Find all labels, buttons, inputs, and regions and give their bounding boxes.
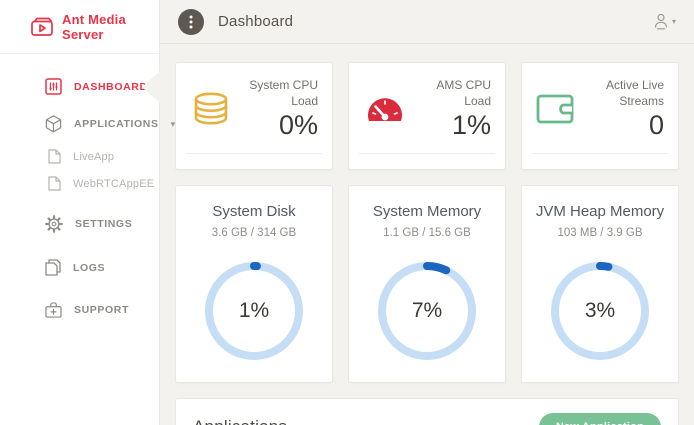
sidebar-item-applications[interactable]: APPLICATIONS ▾: [0, 105, 159, 143]
gauge-percent: 1%: [202, 259, 306, 363]
app-logo[interactable]: Ant Media Server: [0, 0, 159, 54]
sidebar-item-label: LOGS: [73, 262, 105, 274]
settings-gear-icon: [45, 215, 63, 233]
dashboard-content: System CPU Load 0%: [160, 44, 694, 425]
stat-value: 0: [576, 110, 664, 141]
divider: [359, 153, 495, 154]
database-icon: [190, 92, 232, 126]
applications-section: Applications New Application: [175, 398, 679, 425]
sidebar-item-dashboard[interactable]: DASHBOARD: [0, 68, 159, 105]
main-area: Dashboard ▾: [160, 0, 694, 425]
wallet-icon: [536, 94, 576, 124]
sidebar-item-liveapp[interactable]: LiveApp: [0, 143, 159, 170]
gauge-subtitle: 103 MB / 3.9 GB: [522, 227, 678, 239]
sidebar-item-support[interactable]: SUPPORT: [0, 292, 159, 328]
stat-card-active-live-streams: Active Live Streams 0: [521, 62, 679, 170]
file-icon: [48, 176, 61, 191]
support-case-icon: [45, 302, 62, 318]
gauge-card-system-memory: System Memory 1.1 GB / 15.6 GB 7%: [348, 185, 506, 383]
gauge-percent: 3%: [548, 259, 652, 363]
applications-icon: [45, 115, 62, 133]
divider: [532, 153, 668, 154]
new-application-button[interactable]: New Application: [539, 413, 661, 425]
user-icon: [653, 13, 669, 30]
sidebar-item-label: SUPPORT: [74, 304, 129, 316]
stat-label: Active Live Streams: [576, 77, 664, 109]
sidebar-item-webrtcappee[interactable]: WebRTCAppEE: [0, 170, 159, 197]
page-title: Dashboard: [218, 13, 293, 30]
stat-label: AMS CPU Load: [407, 77, 491, 109]
menu-kebab-button[interactable]: [178, 9, 204, 35]
stat-value: 1%: [407, 110, 491, 141]
gauge-subtitle: 3.6 GB / 314 GB: [176, 227, 332, 239]
sidebar: Ant Media Server DASHBOARD: [0, 0, 160, 425]
gauge-title: System Memory: [349, 203, 505, 220]
stat-cards-row: System CPU Load 0%: [175, 62, 679, 170]
dashboard-icon: [45, 78, 62, 95]
sidebar-item-label: SETTINGS: [75, 218, 132, 230]
ant-media-logo-icon: [30, 17, 54, 37]
sidebar-item-label: DASHBOARD: [74, 81, 148, 93]
logs-icon: [45, 259, 61, 276]
divider: [186, 153, 322, 154]
app-title: Ant Media Server: [62, 12, 159, 42]
sidebar-item-label: APPLICATIONS: [74, 118, 159, 130]
sidebar-item-label: WebRTCAppEE: [73, 178, 154, 190]
gauge-subtitle: 1.1 GB / 15.6 GB: [349, 227, 505, 239]
sidebar-item-label: LiveApp: [73, 151, 114, 163]
active-item-notch: [142, 71, 160, 103]
gauge-title: JVM Heap Memory: [522, 203, 678, 220]
chevron-down-icon[interactable]: ▾: [171, 119, 176, 130]
sidebar-item-settings[interactable]: SETTINGS: [0, 205, 159, 243]
sidebar-nav: DASHBOARD APPLICATIONS ▾ LiveApp: [0, 54, 159, 328]
donut-chart: 7%: [375, 259, 479, 363]
stat-label: System CPU Load: [232, 77, 318, 109]
file-icon: [48, 149, 61, 164]
top-bar: Dashboard ▾: [160, 0, 694, 44]
stat-value: 0%: [232, 110, 318, 141]
stat-card-ams-cpu-load: AMS CPU Load 1%: [348, 62, 506, 170]
gauge-percent: 7%: [375, 259, 479, 363]
gauge-icon: [363, 93, 407, 125]
stat-card-system-cpu-load: System CPU Load 0%: [175, 62, 333, 170]
gauge-cards-row: System Disk 3.6 GB / 314 GB 1% System Me…: [175, 185, 679, 383]
gauge-card-jvm-heap-memory: JVM Heap Memory 103 MB / 3.9 GB 3%: [521, 185, 679, 383]
donut-chart: 3%: [548, 259, 652, 363]
donut-chart: 1%: [202, 259, 306, 363]
chevron-down-icon: ▾: [672, 17, 676, 26]
gauge-title: System Disk: [176, 203, 332, 220]
sidebar-item-logs[interactable]: LOGS: [0, 249, 159, 286]
user-menu-button[interactable]: ▾: [653, 13, 676, 30]
applications-section-title: Applications: [193, 417, 287, 425]
gauge-card-system-disk: System Disk 3.6 GB / 314 GB 1%: [175, 185, 333, 383]
